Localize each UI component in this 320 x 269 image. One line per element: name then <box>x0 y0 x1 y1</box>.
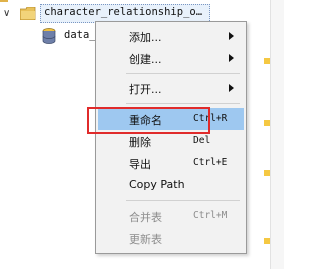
tree-item-label: character_relationship_o… <box>44 6 203 18</box>
menu-item-label: 合并表 <box>129 211 162 224</box>
menu-separator <box>126 73 240 74</box>
partial-tree-item <box>0 0 8 2</box>
context-menu: 添加... 创建... 打开... 重命名 Ctrl+R 删除 Del 导出 C… <box>95 21 247 254</box>
menu-item-add[interactable]: 添加... <box>98 25 244 47</box>
scrollbar[interactable] <box>270 0 284 269</box>
menu-item-shortcut: Del <box>193 135 211 146</box>
submenu-arrow-icon <box>229 32 234 40</box>
menu-separator <box>126 200 240 201</box>
submenu-arrow-icon <box>229 84 234 92</box>
menu-item-merge-table: 合并表 Ctrl+M <box>98 205 244 227</box>
menu-item-open[interactable]: 打开... <box>98 77 244 99</box>
tree-item-database[interactable]: data_ <box>0 26 100 46</box>
menu-item-copy-path[interactable]: Copy Path <box>98 174 244 196</box>
menu-item-label: 添加... <box>129 31 162 44</box>
menu-separator <box>126 103 240 104</box>
menu-item-label: 创建... <box>129 53 162 66</box>
menu-item-label: 更新表 <box>129 233 162 246</box>
menu-item-label: Copy Path <box>129 178 185 191</box>
database-icon <box>42 28 56 44</box>
menu-item-create[interactable]: 创建... <box>98 47 244 69</box>
menu-item-update-table: 更新表 <box>98 227 244 249</box>
menu-item-shortcut: Ctrl+E <box>193 157 228 168</box>
expand-chevron-icon[interactable]: ∨ <box>3 9 13 19</box>
menu-item-export[interactable]: 导出 Ctrl+E <box>98 152 244 174</box>
annotation-highlight-box <box>87 107 210 134</box>
folder-icon <box>20 7 36 20</box>
tree-item-label: data_ <box>64 29 96 41</box>
menu-item-shortcut: Ctrl+M <box>193 210 228 221</box>
menu-item-label: 打开... <box>129 83 162 96</box>
menu-item-label: 导出 <box>129 158 151 171</box>
menu-item-label: 删除 <box>129 136 151 149</box>
submenu-arrow-icon <box>229 54 234 62</box>
